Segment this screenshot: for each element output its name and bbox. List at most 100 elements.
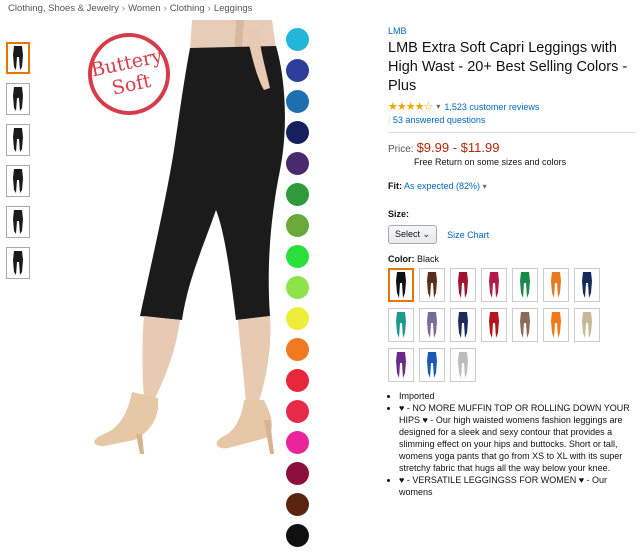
- leggings-icon: [13, 87, 23, 111]
- color-option[interactable]: [450, 348, 476, 382]
- star-rating-icon[interactable]: ★★★★☆: [388, 100, 433, 113]
- color-option[interactable]: [450, 268, 476, 302]
- color-dot: [286, 245, 309, 268]
- color-option[interactable]: [481, 308, 507, 342]
- color-dot: [286, 431, 309, 454]
- leggings-icon: [13, 128, 23, 152]
- brand-link[interactable]: LMB: [388, 26, 636, 36]
- bullet-item: Imported: [399, 390, 636, 402]
- product-details: LMB LMB Extra Soft Capri Leggings with H…: [388, 26, 636, 498]
- leggings-icon: [427, 352, 437, 378]
- leggings-icon: [13, 210, 23, 234]
- free-return-text: Free Return on some sizes and colors: [414, 157, 567, 167]
- fit-row: Fit: As expected (82%) ▾: [388, 181, 636, 191]
- breadcrumb-item[interactable]: Clothing, Shoes & Jewelry: [8, 3, 119, 14]
- breadcrumb: Clothing, Shoes & Jewelry › Women › Clothing…: [8, 3, 252, 14]
- price-value: $9.99 - $11.99: [416, 140, 500, 155]
- color-dot: [286, 214, 309, 237]
- color-option[interactable]: [574, 268, 600, 302]
- color-dot: [286, 183, 309, 206]
- size-select[interactable]: Select ⌄: [388, 225, 438, 244]
- color-option[interactable]: [388, 348, 414, 382]
- color-dot: [286, 152, 309, 175]
- breadcrumb-item[interactable]: Leggings: [214, 3, 253, 14]
- answered-questions-link[interactable]: 53 answered questions: [393, 115, 486, 125]
- color-option[interactable]: [574, 308, 600, 342]
- chevron-down-icon: ⌄: [422, 229, 431, 239]
- color-dot: [286, 462, 309, 485]
- leggings-icon: [427, 272, 437, 298]
- leggings-icon: [582, 272, 592, 298]
- chevron-right-icon: ›: [121, 3, 126, 14]
- fit-value-link[interactable]: As expected (82%): [404, 181, 480, 191]
- color-option[interactable]: [419, 308, 445, 342]
- thumbnail[interactable]: [6, 83, 30, 115]
- color-row: Color: Black: [388, 254, 636, 264]
- leggings-icon: [13, 46, 23, 70]
- bullet-item: ♥ - NO MORE MUFFIN TOP OR ROLLING DOWN Y…: [399, 402, 636, 474]
- leggings-icon: [458, 272, 468, 298]
- color-dot: [286, 28, 309, 51]
- leggings-icon: [551, 312, 561, 338]
- color-option[interactable]: [543, 308, 569, 342]
- answered-questions-row: | 53 answered questions: [388, 115, 486, 125]
- chevron-down-icon[interactable]: ▾: [483, 182, 487, 191]
- color-dot: [286, 369, 309, 392]
- color-dot: [286, 59, 309, 82]
- color-value: Black: [417, 254, 440, 264]
- breadcrumb-item[interactable]: Clothing: [170, 3, 205, 14]
- color-option[interactable]: [512, 268, 538, 302]
- color-label: Color:: [388, 254, 415, 264]
- color-dot-column: [286, 28, 310, 555]
- leggings-icon: [489, 272, 499, 298]
- size-chart-link[interactable]: Size Chart: [447, 230, 489, 240]
- leggings-icon: [489, 312, 499, 338]
- leggings-icon: [458, 312, 468, 338]
- color-option[interactable]: [419, 348, 445, 382]
- leggings-icon: [396, 352, 406, 378]
- leggings-icon: [520, 272, 530, 298]
- color-dot: [286, 493, 309, 516]
- color-dot: [286, 276, 309, 299]
- chevron-down-icon[interactable]: ▾: [436, 102, 440, 111]
- chevron-right-icon: ›: [163, 3, 167, 14]
- product-title: LMB Extra Soft Capri Leggings with High …: [388, 40, 628, 94]
- divider: [388, 132, 636, 133]
- price-label: Price:: [388, 144, 414, 155]
- leggings-icon: [427, 312, 437, 338]
- customer-reviews-link[interactable]: 1,523 customer reviews: [444, 102, 539, 112]
- leggings-icon: [551, 272, 561, 298]
- color-option[interactable]: [543, 268, 569, 302]
- leggings-icon: [520, 312, 530, 338]
- chevron-right-icon: ›: [207, 3, 211, 14]
- price-row: Price: $9.99 - $11.99: [388, 140, 636, 155]
- leggings-icon: [458, 352, 468, 378]
- color-option[interactable]: [388, 308, 414, 342]
- fit-label: Fit:: [388, 181, 402, 191]
- thumbnail[interactable]: [6, 247, 30, 279]
- size-label: Size:: [388, 209, 410, 219]
- rating-row: ★★★★☆ ▾ 1,523 customer reviews: [388, 100, 636, 113]
- breadcrumb-item[interactable]: Women: [128, 3, 161, 14]
- color-dot: [286, 338, 309, 361]
- color-option[interactable]: [512, 308, 538, 342]
- thumbnail[interactable]: [6, 124, 30, 156]
- color-dot: [286, 307, 309, 330]
- color-dot: [286, 524, 309, 547]
- color-option[interactable]: [419, 268, 445, 302]
- leggings-icon: [13, 251, 23, 275]
- thumbnail[interactable]: [6, 42, 30, 74]
- color-option[interactable]: [481, 268, 507, 302]
- color-dot: [286, 121, 309, 144]
- leggings-icon: [396, 272, 406, 298]
- thumbnail[interactable]: [6, 206, 30, 238]
- leggings-icon: [13, 169, 23, 193]
- thumbnail[interactable]: [6, 165, 30, 197]
- color-dot: [286, 90, 309, 113]
- color-option[interactable]: [450, 308, 476, 342]
- color-dot: [286, 400, 309, 423]
- color-option[interactable]: [388, 268, 414, 302]
- size-select-value: Select: [395, 229, 421, 239]
- bullet-item: ♥ - VERSATILE LEGGINGSS FOR WOMEN ♥ - Ou…: [399, 474, 636, 498]
- leggings-icon: [396, 312, 406, 338]
